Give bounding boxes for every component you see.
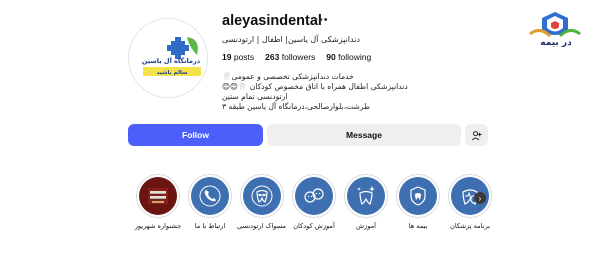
message-button[interactable]: Message <box>267 124 461 146</box>
highlight-item[interactable]: جشنواره شهریور <box>134 174 182 230</box>
add-person-icon <box>472 130 482 140</box>
highlight-item[interactable]: بیمه ها <box>394 174 442 230</box>
insurance-shield-icon <box>399 177 437 215</box>
sparkle-tooth-icon <box>347 177 385 215</box>
bio-line: خدمات دندانپزشکی تخصصی و عمومی🦷 <box>222 72 354 81</box>
avatar-logo-line2: سالم باشید <box>157 70 188 76</box>
festival-photo-icon <box>139 177 177 215</box>
braces-tooth-icon <box>243 177 281 215</box>
profile-username: aleyasindental <box>222 13 322 29</box>
bio-line: دندانپزشکی اطفال همراه با اتاق مخصوص کود… <box>222 82 408 91</box>
follow-button[interactable]: Follow <box>128 124 263 146</box>
profile-full-name: دندانپزشکی آل یاسین| اطفال | ارتودنسی <box>222 35 360 44</box>
followers-stat[interactable]: 263 followers <box>265 52 315 62</box>
phone-icon <box>191 177 229 215</box>
bio-line: ارتودنسی تمام ستین <box>222 92 288 101</box>
following-stat[interactable]: 90 following <box>326 52 371 62</box>
profile-bio: خدمات دندانپزشکی تخصصی و عمومی🦷 دندانپزش… <box>222 72 432 112</box>
highlight-item[interactable]: آموزش <box>342 174 390 230</box>
bio-line: طرشت،بلوارصالحی،درمانگاه آل یاسین طبقه ۳ <box>222 102 371 111</box>
highlight-item[interactable]: آموزش کودکان <box>290 174 338 230</box>
chevron-right-icon[interactable]: › <box>474 192 486 204</box>
highlight-item[interactable]: مسواک ارتودنسی <box>237 174 286 230</box>
more-options-icon[interactable]: ••• <box>314 14 329 26</box>
kids-faces-icon <box>295 177 333 215</box>
suggest-people-button[interactable] <box>465 124 488 146</box>
profile-stats: 19 posts 263 followers 90 following <box>222 52 371 62</box>
watermark-text: در بیمه <box>540 38 572 48</box>
avatar-logo-line1: درمانگاه آل یاسین <box>142 56 201 65</box>
posts-stat: 19 posts <box>222 52 255 62</box>
highlight-item[interactable]: ارتباط با ما <box>186 174 234 230</box>
profile-avatar[interactable]: درمانگاه آل یاسین سالم باشید <box>128 18 208 98</box>
highlight-item[interactable]: برنامه پزشکان <box>446 174 494 230</box>
